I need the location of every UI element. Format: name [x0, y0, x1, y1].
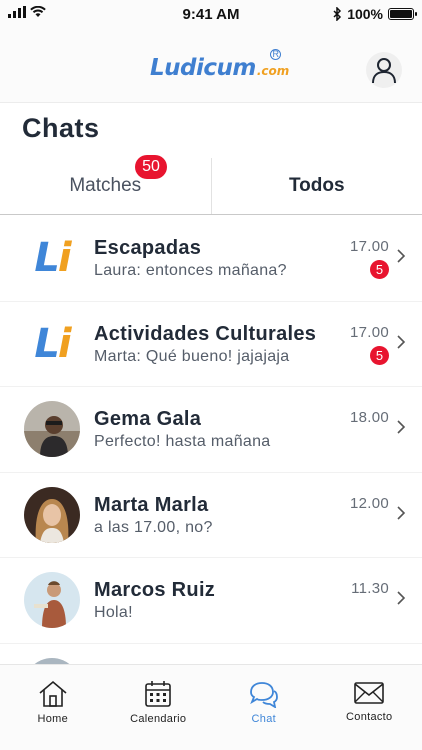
- matches-count-badge: 50: [135, 155, 167, 179]
- chevron-right-icon: [397, 249, 406, 263]
- chat-row-actividades-culturales[interactable]: Li Actividades Culturales Marta: Qué bue…: [0, 302, 422, 387]
- status-right-group: 100%: [333, 6, 417, 22]
- home-icon: [39, 680, 67, 707]
- chat-name: Marcos Ruiz: [94, 579, 216, 601]
- tab-todos-label: Todos: [288, 175, 345, 196]
- chevron-right-icon: [397, 420, 406, 434]
- chat-preview: Hola!: [94, 604, 133, 621]
- page-title: Chats: [22, 113, 100, 143]
- nav-calendario[interactable]: Calendario: [106, 665, 212, 750]
- chat-row-gema-gala[interactable]: Gema Gala Perfecto! hasta mañana 18.00: [0, 387, 422, 473]
- chat-name: Marta Marla: [94, 493, 209, 516]
- chat-list[interactable]: Li Escapadas Laura: entonces mañana? 17.…: [0, 216, 422, 664]
- chat-time: 11.30: [351, 580, 389, 597]
- tab-matches-label: Matches: [69, 175, 142, 196]
- nav-calendario-label: Calendario: [130, 713, 187, 725]
- chevron-right-icon: [397, 591, 406, 605]
- nav-chat[interactable]: Chat: [211, 665, 317, 750]
- user-icon: [372, 58, 396, 84]
- unread-badge: 5: [370, 260, 389, 279]
- group-avatar-logo: Li: [34, 235, 71, 281]
- chat-row-marta-marla[interactable]: Marta Marla a las 17.00, no? 12.00: [0, 473, 422, 558]
- chat-time: 18.00: [349, 409, 389, 426]
- bluetooth-icon: [333, 7, 342, 21]
- battery-icon: [388, 8, 417, 20]
- nav-chat-label: Chat: [251, 713, 276, 725]
- tab-todos[interactable]: Todos: [212, 158, 422, 214]
- logo-tld: .com: [256, 64, 290, 78]
- user-avatar-photo: [24, 401, 80, 457]
- chat-row-escapadas[interactable]: Li Escapadas Laura: entonces mañana? 17.…: [0, 216, 422, 302]
- battery-percent: 100%: [347, 6, 383, 22]
- chat-name: Gema Gala: [94, 408, 202, 430]
- chat-preview: Laura: entonces mañana?: [94, 262, 287, 279]
- chat-time: 17.00: [349, 323, 389, 341]
- user-avatar-photo: [24, 486, 80, 543]
- nav-home-label: Home: [37, 713, 69, 725]
- bottom-nav: Home Calendario Chat Contacto: [0, 664, 422, 750]
- ludicum-logo: Ludicum .com R: [150, 49, 290, 81]
- logo-registered-mark: R: [270, 49, 282, 60]
- nav-home[interactable]: Home: [0, 665, 106, 750]
- chat-row-marcos-ruiz[interactable]: Marcos Ruiz Hola! 11.30: [0, 558, 422, 644]
- chat-preview: a las 17.00, no?: [94, 518, 213, 536]
- chat-name: Actividades Culturales: [94, 322, 317, 345]
- chat-icon: [249, 682, 278, 708]
- profile-button[interactable]: [366, 52, 402, 88]
- chat-preview: Perfecto! hasta mañana: [94, 433, 271, 450]
- chat-row-partial[interactable]: [0, 644, 422, 664]
- chat-preview: Marta: Qué bueno! jajajaja: [94, 347, 290, 365]
- unread-badge: 5: [370, 345, 389, 365]
- chat-tabs: Matches 50 Todos: [0, 155, 422, 215]
- nav-contacto[interactable]: Contacto: [317, 665, 422, 750]
- logo-brand: Ludicum: [150, 55, 256, 81]
- user-avatar-photo: [24, 572, 80, 628]
- chat-name: Escapadas: [94, 237, 202, 259]
- chevron-right-icon: [397, 334, 406, 349]
- chat-time: 12.00: [349, 494, 389, 512]
- app-header: Ludicum .com R: [0, 30, 422, 103]
- group-avatar-logo: Li: [34, 320, 71, 367]
- nav-contacto-label: Contacto: [346, 711, 393, 723]
- calendar-icon: [145, 681, 172, 707]
- chevron-right-icon: [397, 505, 406, 520]
- tab-matches[interactable]: Matches 50: [0, 155, 212, 214]
- status-bar: 9:41 AM 100%: [0, 0, 422, 30]
- chat-time: 17.00: [349, 238, 389, 255]
- mail-icon: [354, 682, 385, 704]
